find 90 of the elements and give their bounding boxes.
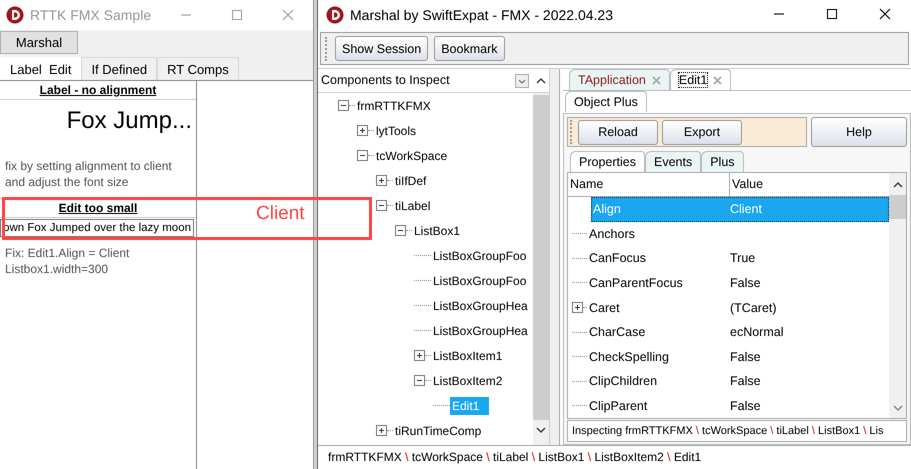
document-tab[interactable]: TApplication xyxy=(569,69,670,90)
toolbar-button[interactable]: Show Session xyxy=(335,36,428,61)
expander-icon[interactable] xyxy=(395,225,406,236)
action-button[interactable]: Reload xyxy=(578,120,658,144)
section-heading: Label - no alignment xyxy=(0,81,196,100)
tree-item[interactable]: ListBoxGroupFoo xyxy=(431,246,528,264)
property-name: CheckSpelling xyxy=(588,350,670,364)
tab[interactable]: If Defined xyxy=(81,57,158,80)
scroll-down-icon[interactable] xyxy=(536,426,546,434)
expander-icon[interactable] xyxy=(338,100,349,111)
property-name: ClipParent xyxy=(588,398,648,413)
property-value: False xyxy=(730,374,762,388)
column-header[interactable]: Name xyxy=(568,173,730,196)
property-row[interactable]: CanParentFocus False xyxy=(572,270,889,296)
expander-icon[interactable] xyxy=(357,125,368,136)
label-text: Fox Jump... xyxy=(66,107,193,136)
property-name: Align xyxy=(592,202,622,216)
property-row[interactable]: Caret (TCaret) xyxy=(572,295,889,320)
hint-text: fix by setting alignment to client xyxy=(4,158,173,174)
window-title: Marshal by SwiftExpat - FMX - 2022.04.23 xyxy=(350,7,614,23)
tree-item[interactable]: frmRTTKFMX xyxy=(355,96,433,114)
tab[interactable]: Events xyxy=(644,151,702,172)
window-title: RTTK FMX Sample xyxy=(30,7,152,23)
annotation-label: Client xyxy=(256,203,305,225)
logo-icon xyxy=(326,6,344,24)
tree-item[interactable]: tcWorkSpace xyxy=(374,146,450,164)
property-row[interactable]: ClipParent False xyxy=(572,394,889,418)
property-name: CharCase xyxy=(588,325,646,340)
property-name: Caret xyxy=(588,300,621,315)
column-header[interactable]: Value xyxy=(730,173,764,196)
tab[interactable]: RT Comps xyxy=(157,57,239,80)
property-value: False xyxy=(730,276,762,290)
status-path: frmRTTKFMX \ tcWorkSpace \ tiLabel \ ListBox1 \ ListBoxItem2 \ Edit1 xyxy=(318,445,911,469)
scroll-up-icon[interactable] xyxy=(536,76,546,84)
toolbar-grip xyxy=(325,36,329,60)
tree-item[interactable]: tiLabel xyxy=(393,196,432,214)
property-name: Anchors xyxy=(588,226,636,241)
tree-item[interactable]: ListBox1 xyxy=(412,222,462,240)
property-value: ecNormal xyxy=(730,325,784,340)
expander-icon[interactable] xyxy=(376,425,387,436)
expander-icon[interactable] xyxy=(414,350,425,361)
tree-item[interactable]: lytTools xyxy=(374,122,418,140)
tree-item[interactable]: ListBoxItem2 xyxy=(431,372,504,390)
fix-text: Fix: Edit1.Align = Client xyxy=(4,245,130,261)
property-name: ClipChildren xyxy=(588,374,658,388)
expander-icon[interactable] xyxy=(357,150,368,161)
property-row[interactable]: CanFocus True xyxy=(572,246,889,271)
property-value: False xyxy=(730,398,762,413)
tab[interactable]: Object Plus xyxy=(565,91,647,112)
tab[interactable]: Label Edit xyxy=(0,57,82,80)
property-row[interactable]: Anchors xyxy=(572,222,889,246)
property-row[interactable]: CheckSpelling False xyxy=(572,344,889,369)
tab[interactable]: Plus xyxy=(701,151,744,172)
expander-icon[interactable] xyxy=(376,200,387,211)
property-row[interactable]: CharCase ecNormal xyxy=(572,320,889,344)
tab[interactable]: Properties xyxy=(570,151,645,172)
hint-text: and adjust the font size xyxy=(4,174,130,190)
toolbar-button[interactable]: Bookmark xyxy=(434,36,504,61)
toolbar-grip xyxy=(570,120,574,144)
action-button[interactable]: Export xyxy=(662,120,742,144)
scrollbar-thumb[interactable] xyxy=(533,95,549,420)
dropdown-field[interactable]: Components to Inspect xyxy=(318,70,533,91)
tree-item[interactable]: ListBoxGroupHea xyxy=(431,296,530,314)
expander-icon[interactable] xyxy=(376,175,387,186)
scrollbar-thumb[interactable] xyxy=(889,195,906,219)
marshal-button[interactable]: Marshal xyxy=(0,31,78,54)
scroll-up-icon[interactable] xyxy=(892,181,902,189)
document-tab[interactable]: Edit1 xyxy=(670,69,732,90)
tree-item[interactable]: tiIfDef xyxy=(393,172,428,190)
property-name: CanFocus xyxy=(588,251,647,266)
logo-icon xyxy=(6,6,24,24)
expander-icon[interactable] xyxy=(572,302,583,314)
tree-item[interactable]: tiRunTimeComp xyxy=(393,422,484,440)
help-button[interactable]: Help xyxy=(811,117,907,147)
fix-text: Listbox1.width=300 xyxy=(4,261,110,277)
maximize-icon[interactable] xyxy=(826,8,838,20)
section-heading: Edit too small xyxy=(0,198,196,218)
property-name: CanParentFocus xyxy=(588,276,684,290)
expander-icon[interactable] xyxy=(414,375,425,386)
close-icon[interactable] xyxy=(879,8,891,20)
property-value: (TCaret) xyxy=(730,300,778,315)
property-value: True xyxy=(730,251,756,266)
property-value: Client xyxy=(730,202,763,216)
tree-item[interactable]: ListBoxGroupHea xyxy=(431,322,530,340)
inspecting-path: Inspecting frmRTTKFMX \ tcWorkSpace \ tiLabel \ ListBox1 \ Lis xyxy=(567,420,907,442)
property-value: False xyxy=(730,350,762,364)
property-row[interactable]: ClipChildren False xyxy=(572,368,889,394)
tree-item[interactable]: ListBoxGroupFoo xyxy=(431,272,528,290)
chevron-down-icon xyxy=(515,74,529,88)
tree-item[interactable]: ListBoxItem1 xyxy=(431,346,504,364)
